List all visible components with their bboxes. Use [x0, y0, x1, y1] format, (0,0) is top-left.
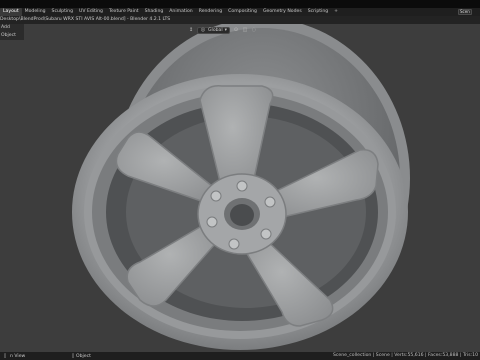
- tab-geometry-nodes[interactable]: Geometry Nodes: [260, 8, 305, 16]
- transform-orientation-icon: ↕: [188, 27, 194, 33]
- tab-layout[interactable]: Layout: [0, 8, 22, 16]
- lug-nut: [228, 238, 240, 250]
- tab-uv-editing[interactable]: UV Editing: [76, 8, 106, 16]
- viewport-header-tools: ↕ ◎ Global ▾ ⊙ ◫ ◌: [188, 26, 257, 34]
- tab-shading[interactable]: Shading: [142, 8, 167, 16]
- snap-icon[interactable]: ◫: [242, 27, 248, 33]
- menu-add[interactable]: Add: [0, 24, 24, 32]
- add-workspace-button[interactable]: +: [331, 8, 341, 16]
- 3d-viewport[interactable]: [0, 24, 480, 352]
- globe-icon: ◎: [200, 27, 206, 33]
- lug-nut: [260, 228, 272, 240]
- tab-animation[interactable]: Animation: [166, 8, 195, 16]
- pivot-icon[interactable]: ⊙: [233, 27, 239, 33]
- chevron-down-icon: ▾: [224, 27, 227, 33]
- scene-label: Scen: [460, 9, 470, 14]
- wheel-model: [72, 24, 410, 350]
- tab-compositing[interactable]: Compositing: [225, 8, 260, 16]
- viewport-menu: Add Object: [0, 24, 24, 40]
- lug-nut: [206, 216, 218, 228]
- window-top-bar: [0, 0, 480, 8]
- scene-selector[interactable]: Scen: [458, 9, 472, 15]
- transform-orientation-dropdown[interactable]: ◎ Global ▾: [197, 26, 230, 34]
- status-bar: ▯ n View ▯ Object Scene_collection | Sce…: [0, 352, 480, 360]
- tab-texture-paint[interactable]: Texture Paint: [106, 8, 142, 16]
- orientation-label: Global: [208, 27, 223, 33]
- tab-scripting[interactable]: Scripting: [305, 8, 331, 16]
- center-bore: [230, 204, 254, 226]
- proportional-edit-icon[interactable]: ◌: [251, 27, 257, 33]
- file-path-text: Desktop\BlendProd\Subaru WRX STI AVIS Al…: [0, 17, 171, 22]
- scene-statistics: Scene_collection | Scene | Verts:55,616 …: [332, 353, 478, 358]
- lug-nut: [264, 196, 276, 208]
- menu-object[interactable]: Object: [0, 32, 24, 40]
- tab-modeling[interactable]: Modeling: [22, 8, 49, 16]
- lug-nut: [210, 190, 222, 202]
- tab-rendering[interactable]: Rendering: [196, 8, 225, 16]
- file-path-title: Desktop\BlendProd\Subaru WRX STI AVIS Al…: [0, 16, 480, 24]
- tab-sculpting[interactable]: Sculpting: [49, 8, 76, 16]
- workspace-tabs-bar: Layout Modeling Sculpting UV Editing Tex…: [0, 8, 480, 16]
- lug-nut: [236, 180, 248, 192]
- status-view-label: n View: [10, 353, 26, 359]
- mouse-icon: ▯: [3, 353, 7, 359]
- status-object-label: Object: [76, 353, 91, 359]
